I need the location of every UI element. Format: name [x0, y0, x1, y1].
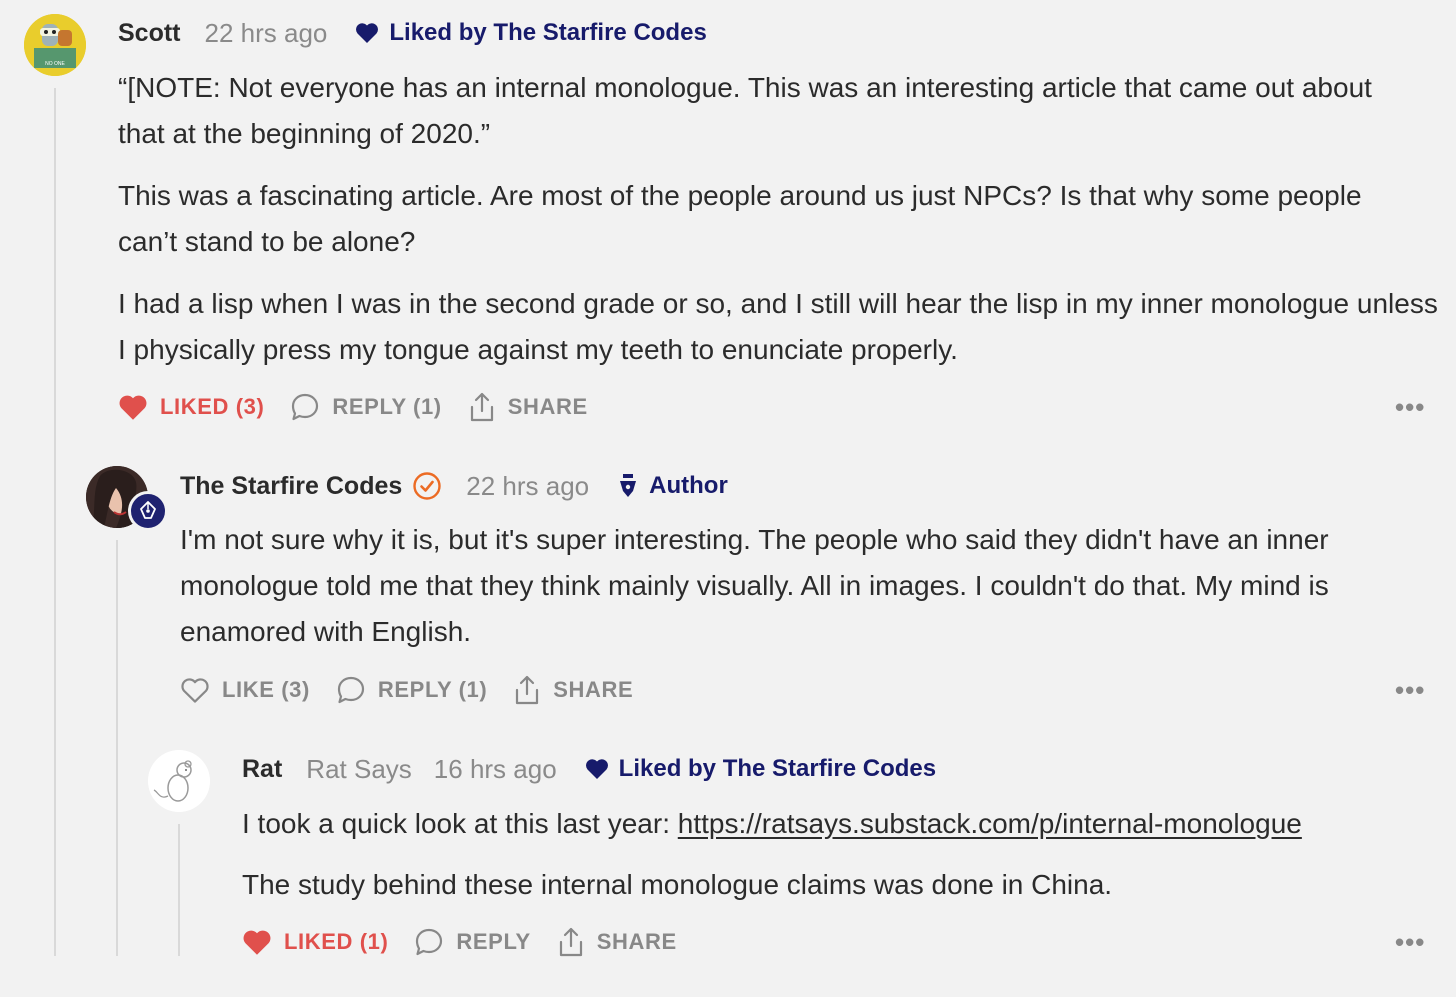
share-label: SHARE	[553, 677, 634, 702]
thread-line-scott	[54, 88, 56, 956]
verified-check-icon	[413, 472, 441, 500]
thread-line-rat	[178, 824, 180, 956]
svg-text:NO ONE: NO ONE	[45, 61, 65, 67]
author-badge-icon	[128, 491, 168, 531]
author-handle[interactable]: Rat Says	[306, 754, 412, 785]
comment-paragraph: I took a quick look at this last year: h…	[242, 801, 1442, 847]
speech-bubble-icon	[416, 928, 443, 956]
author-name[interactable]: Scott	[118, 19, 181, 48]
heart-outline-icon	[181, 677, 209, 703]
reply-button[interactable]: REPLY (1)	[336, 675, 487, 705]
timestamp[interactable]: 22 hrs ago	[466, 471, 589, 502]
like-button[interactable]: LIKE (3)	[180, 677, 310, 704]
liked-by-badge: Liked by The Starfire Codes	[585, 755, 936, 783]
comment-header-starfire: The Starfire Codes 22 hrs ago Author	[180, 466, 728, 506]
reply-button[interactable]: REPLY (1)	[290, 392, 441, 422]
heart-filled-icon	[119, 395, 147, 420]
thread-line-starfire	[116, 540, 118, 956]
avatar-rat[interactable]	[148, 750, 210, 812]
reply-button[interactable]: REPLY	[414, 927, 530, 957]
speech-bubble-icon	[292, 393, 319, 421]
comment-actions: LIKED (3) REPLY (1) SHARE	[118, 387, 588, 427]
like-label: LIKED (1)	[284, 929, 389, 954]
comment-paragraph: I'm not sure why it is, but it's super i…	[180, 524, 1329, 647]
like-button[interactable]: LIKED (3)	[118, 394, 264, 421]
paragraph-text: I took a quick look at this last year:	[242, 808, 678, 839]
share-button[interactable]: SHARE	[513, 674, 633, 706]
share-icon	[470, 392, 493, 422]
pen-nib-icon	[140, 501, 156, 519]
heart-icon	[585, 759, 608, 779]
reply-label: REPLY	[456, 929, 531, 954]
author-name[interactable]: The Starfire Codes	[180, 472, 402, 501]
author-name[interactable]: Rat	[242, 755, 282, 784]
reply-label: REPLY (1)	[332, 394, 442, 419]
comment-actions: LIKED (1) REPLY SHARE	[242, 922, 677, 962]
comment-paragraph: I had a lisp when I was in the second gr…	[118, 288, 1438, 365]
comment-paragraph: This was a fascinating article. Are most…	[118, 180, 1362, 257]
comment-actions: LIKE (3) REPLY (1) SHARE	[180, 670, 633, 710]
share-icon	[559, 927, 582, 957]
speech-bubble-icon	[337, 676, 365, 704]
comment-paragraph: “[NOTE: Not everyone has an internal mon…	[118, 72, 1372, 149]
comment-paragraph: The study behind these internal monologu…	[242, 869, 1113, 900]
like-label: LIKE (3)	[222, 677, 310, 702]
share-icon	[516, 675, 539, 705]
share-button[interactable]: SHARE	[557, 926, 677, 958]
liked-by-badge: Liked by The Starfire Codes	[355, 19, 707, 47]
reply-label: REPLY (1)	[377, 677, 488, 702]
heart-icon	[356, 23, 379, 43]
heart-filled-icon	[243, 930, 271, 955]
share-label: SHARE	[596, 929, 677, 954]
share-label: SHARE	[507, 394, 588, 419]
more-options-icon[interactable]: •••	[1395, 927, 1425, 958]
pen-nib-icon	[620, 474, 637, 497]
comment-header-scott: Scott 22 hrs ago Liked by The Starfire C…	[118, 13, 707, 53]
avatar-scott[interactable]: NO ONE	[24, 14, 86, 76]
like-label: LIKED (3)	[160, 394, 265, 419]
share-button[interactable]: SHARE	[468, 391, 588, 423]
timestamp[interactable]: 16 hrs ago	[434, 754, 557, 785]
author-label: Author	[649, 472, 728, 499]
timestamp[interactable]: 22 hrs ago	[205, 18, 328, 49]
more-options-icon[interactable]: •••	[1395, 675, 1425, 706]
article-link[interactable]: https://ratsays.substack.com/p/internal-…	[678, 808, 1302, 839]
like-button[interactable]: LIKED (1)	[242, 929, 388, 956]
liked-by-text: Liked by The Starfire Codes	[618, 755, 937, 782]
more-options-icon[interactable]: •••	[1395, 392, 1425, 423]
author-badge: Author	[617, 472, 728, 500]
comment-header-rat: Rat Rat Says 16 hrs ago Liked by The Sta…	[242, 749, 936, 789]
liked-by-text: Liked by The Starfire Codes	[389, 19, 707, 46]
